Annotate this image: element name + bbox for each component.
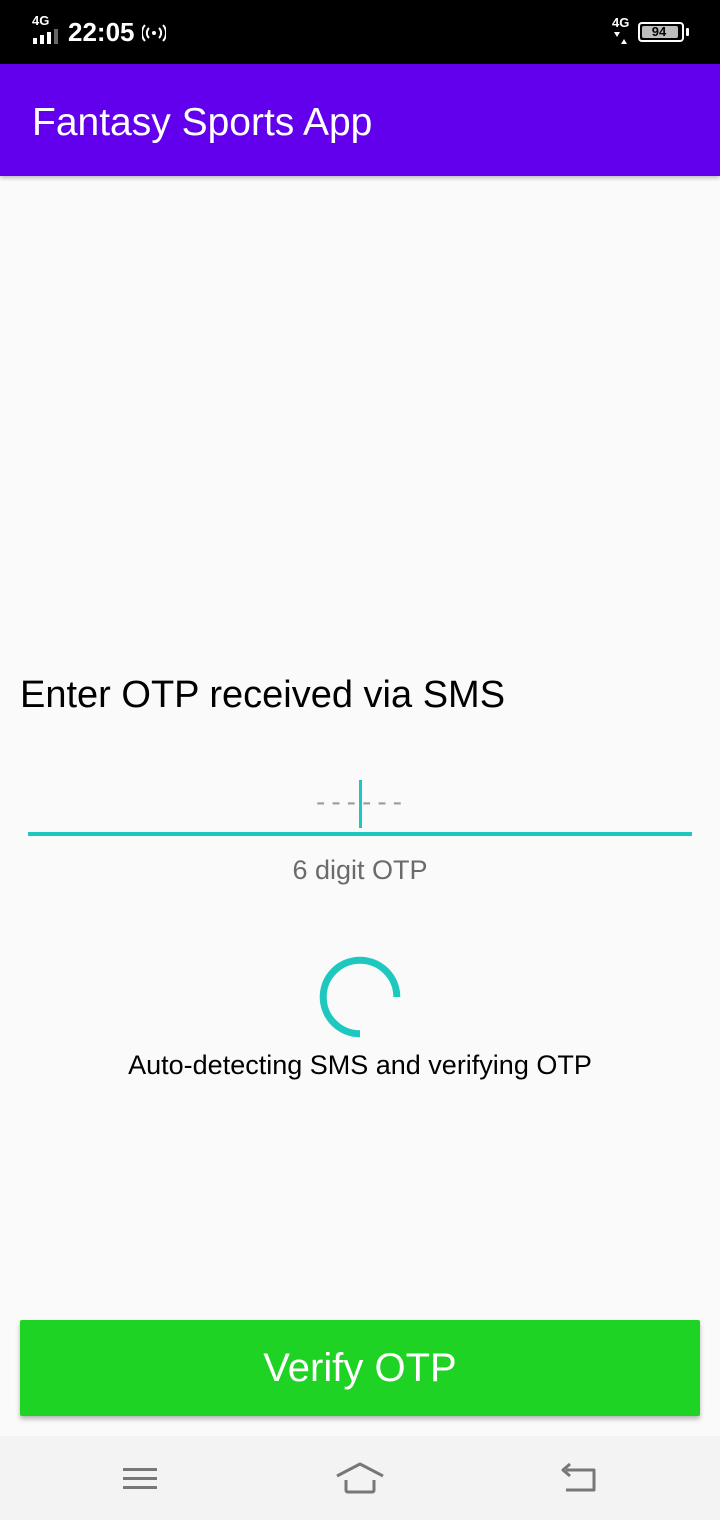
signal-indicator-left: 4G xyxy=(32,14,62,46)
status-time: 22:05 xyxy=(68,17,135,47)
verify-otp-button[interactable]: Verify OTP xyxy=(20,1320,700,1416)
otp-screen: 4G 22:05 4G 94 Fantasy Sports App Enter … xyxy=(0,0,720,1520)
battery-tip xyxy=(686,28,689,36)
menu-icon[interactable] xyxy=(110,1450,170,1506)
app-title: Fantasy Sports App xyxy=(32,101,373,144)
network-type-left: 4G xyxy=(32,13,50,28)
status-bar: 4G 22:05 4G 94 xyxy=(0,0,720,64)
otp-heading: Enter OTP received via SMS xyxy=(20,674,506,716)
app-bar: Fantasy Sports App xyxy=(0,64,720,176)
signal-indicator-right: 4G xyxy=(612,16,634,46)
loading-spinner-icon xyxy=(319,956,401,1038)
otp-hint: 6 digit OTP xyxy=(292,855,428,885)
navigation-bar xyxy=(0,1436,720,1520)
otp-input-underline xyxy=(28,832,692,836)
back-icon[interactable] xyxy=(548,1450,608,1506)
home-icon[interactable] xyxy=(330,1450,390,1506)
otp-input[interactable] xyxy=(28,770,696,834)
signal-icon xyxy=(33,29,58,44)
text-cursor xyxy=(359,780,362,828)
battery-level: 94 xyxy=(651,24,667,39)
hotspot-icon xyxy=(142,24,166,42)
data-arrows-icon xyxy=(614,32,627,44)
network-type-right: 4G xyxy=(612,15,630,30)
otp-input-container xyxy=(28,770,696,838)
battery-icon: 94 xyxy=(638,22,684,42)
auto-detect-status: Auto-detecting SMS and verifying OTP xyxy=(128,1050,592,1080)
